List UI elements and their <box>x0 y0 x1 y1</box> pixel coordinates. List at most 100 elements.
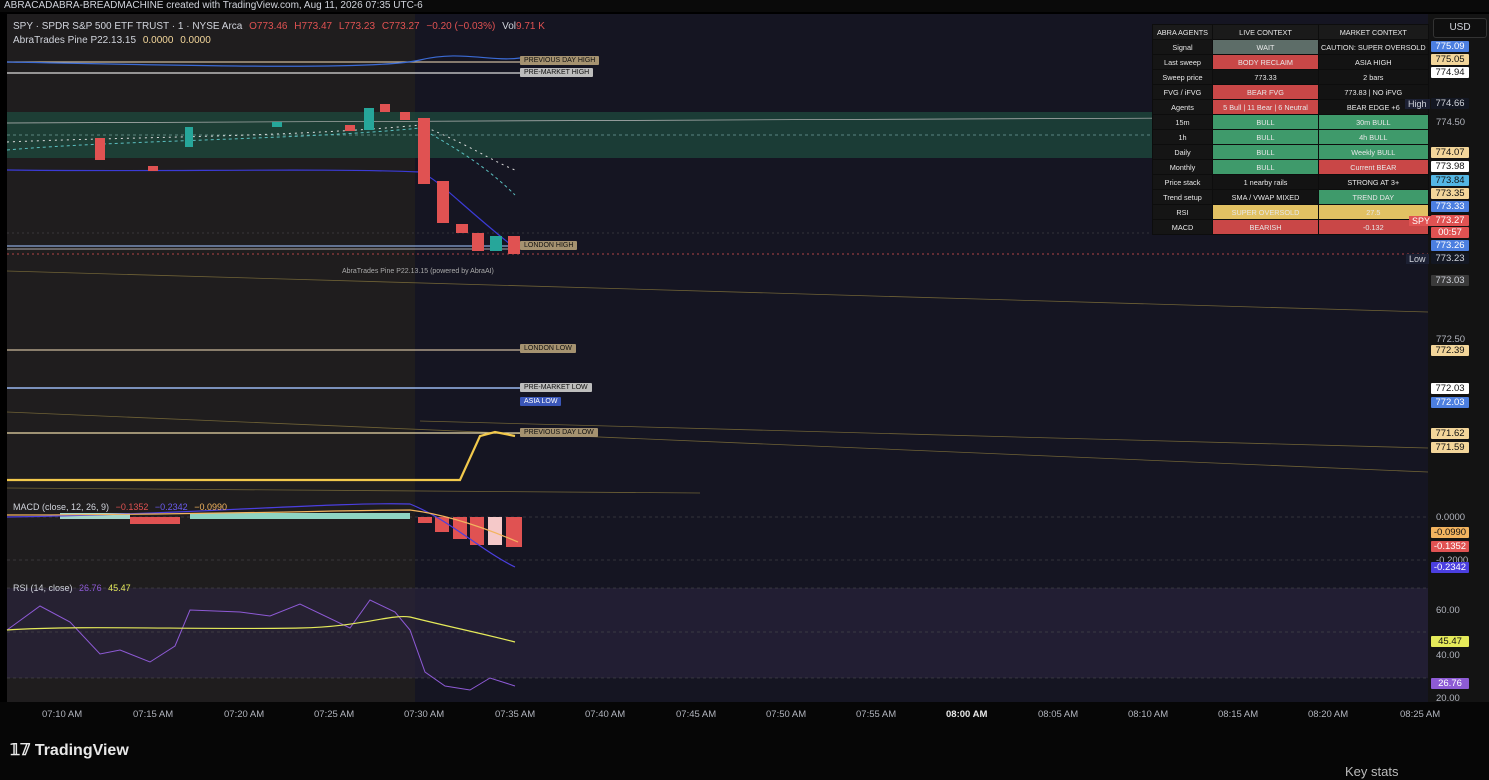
price-label: 773.26 <box>1431 240 1469 251</box>
price-label: 773.84 <box>1431 175 1469 186</box>
table-cell: 2 bars <box>1319 70 1428 84</box>
symbol-title: SPY · SPDR S&P 500 ETF TRUST · 1 · NYSE … <box>13 21 243 32</box>
key-stats-link[interactable]: Key stats <box>1345 764 1398 779</box>
indicator-name: AbraTrades Pine P22.13.15 <box>13 35 137 46</box>
table-cell: BULL <box>1213 115 1318 129</box>
table-cell: STRONG AT 3+ <box>1319 175 1428 189</box>
time-tick: 08:15 AM <box>1218 709 1259 720</box>
ohlc-close: C773.27 <box>381 21 420 32</box>
price-label: 774.66 <box>1431 98 1469 109</box>
table-row: Last sweep BODY RECLAIM ASIA HIGH <box>1153 55 1428 69</box>
ohlc-open: O773.46 <box>249 21 288 32</box>
table-cell: MACD <box>1153 220 1212 234</box>
price-label: 773.33 <box>1431 201 1469 212</box>
label-premarket-low: PRE-MARKET LOW <box>520 383 592 392</box>
table-cell: 4h BULL <box>1319 130 1428 144</box>
rsi-value-2: 45.47 <box>108 583 131 593</box>
macd-legend[interactable]: MACD (close, 12, 26, 9) −0.1352 −0.2342 … <box>13 502 227 512</box>
price-label: 00:57 <box>1431 227 1469 238</box>
price-label: 772.03 <box>1431 397 1469 408</box>
label-london-high: LONDON HIGH <box>520 241 578 250</box>
time-tick: 08:05 AM <box>1038 709 1079 720</box>
rsi-legend[interactable]: RSI (14, close) 26.76 45.47 <box>13 583 131 593</box>
label-previous-day-low: PREVIOUS DAY LOW <box>520 428 598 437</box>
table-cell: Sweep price <box>1153 70 1212 84</box>
volume-label: Vol <box>502 21 517 32</box>
time-tick: 08:00 AM <box>946 709 988 720</box>
price-label: 775.05 <box>1431 54 1469 65</box>
label-previous-day-high: PREVIOUS DAY HIGH <box>520 56 600 65</box>
currency-button[interactable]: USD <box>1433 18 1487 38</box>
table-cell: RSI <box>1153 205 1212 219</box>
gold-line <box>7 430 516 482</box>
table-row: Trend setup SMA / VWAP MIXED TREND DAY <box>1153 190 1428 204</box>
table-cell: TREND DAY <box>1319 190 1428 204</box>
indicator-legend[interactable]: AbraTrades Pine P22.13.15 0.0000 0.0000 <box>13 35 211 46</box>
price-label: 26.76 <box>1431 678 1469 689</box>
abra-agents-table: ABRA AGENTS LIVE CONTEXT MARKET CONTEXT … <box>1152 24 1429 235</box>
table-cell: 30m BULL <box>1319 115 1428 129</box>
macd-value-2: −0.2342 <box>154 502 188 512</box>
macd-label: MACD (close, 12, 26, 9) <box>13 502 110 512</box>
price-label: 773.23 <box>1431 253 1469 264</box>
spy-tag: SPY <box>1409 216 1434 226</box>
ohlc-low: L773.23 <box>338 21 376 32</box>
table-row: RSI SUPER OVERSOLD 27.5 <box>1153 205 1428 219</box>
price-label: -0.1352 <box>1431 541 1469 552</box>
table-cell: BEARISH <box>1213 220 1318 234</box>
volume-value: 9.71 K <box>516 21 545 32</box>
table-row: Agents 5 Bull | 11 Bear | 6 Neutral BEAR E… <box>1153 100 1428 114</box>
table-cell: WAIT <box>1213 40 1318 54</box>
table-cell: BODY RECLAIM <box>1213 55 1318 69</box>
table-cell: 773.83 | NO iFVG <box>1319 85 1428 99</box>
diag-line-3 <box>6 487 701 494</box>
ohlc-high: H773.47 <box>294 21 333 32</box>
price-label: 774.07 <box>1431 147 1469 158</box>
table-row: FVG / iFVG BEAR FVG 773.83 | NO iFVG <box>1153 85 1428 99</box>
table-cell: SMA / VWAP MIXED <box>1213 190 1318 204</box>
low-tag: Low <box>1406 254 1429 264</box>
table-row: MACD BEARISH -0.132 <box>1153 220 1428 234</box>
price-tick: 774.50 <box>1436 117 1466 128</box>
table-cell: 773.33 <box>1213 70 1318 84</box>
time-tick: 07:55 AM <box>856 709 897 720</box>
time-tick: 07:25 AM <box>314 709 355 720</box>
table-row: Daily BULL Weekly BULL <box>1153 145 1428 159</box>
price-label: 773.27 <box>1431 215 1469 226</box>
time-tick: 07:35 AM <box>495 709 536 720</box>
macd-value-3: −0.0990 <box>194 502 227 512</box>
indicator-watermark: AbraTrades Pine P22.13.15 (powered by Ab… <box>342 268 494 275</box>
time-tick: 07:10 AM <box>42 709 83 720</box>
table-cell: SUPER OVERSOLD <box>1213 205 1318 219</box>
macd-value-1: −0.1352 <box>115 502 149 512</box>
table-cell: BULL <box>1213 130 1318 144</box>
table-cell: 1h <box>1153 130 1212 144</box>
price-label: 774.94 <box>1431 67 1469 78</box>
macd-tick: 0.0000 <box>1436 512 1466 523</box>
indicator-value-2: 0.0000 <box>180 35 211 46</box>
table-cell: BULL <box>1213 160 1318 174</box>
time-tick: 07:30 AM <box>404 709 445 720</box>
label-premarket-high: PRE-MARKET HIGH <box>520 68 594 77</box>
tradingview-logo: 𝟙𝟟 TradingView <box>10 740 129 760</box>
price-label: 771.62 <box>1431 428 1469 439</box>
rsi-band <box>7 588 1428 678</box>
time-tick: 07:45 AM <box>676 709 717 720</box>
time-tick: 08:25 AM <box>1400 709 1441 720</box>
time-tick: 08:20 AM <box>1308 709 1349 720</box>
price-label: -0.0990 <box>1431 527 1469 538</box>
rsi-tick: 40.00 <box>1436 650 1460 661</box>
time-tick: 08:10 AM <box>1128 709 1169 720</box>
time-tick: 07:40 AM <box>585 709 626 720</box>
table-cell: Agents <box>1153 100 1212 114</box>
price-label: 773.35 <box>1431 188 1469 199</box>
table-row: 15m BULL 30m BULL <box>1153 115 1428 129</box>
table-cell: Weekly BULL <box>1319 145 1428 159</box>
table-header: LIVE CONTEXT <box>1213 25 1318 39</box>
table-cell: ASIA HIGH <box>1319 55 1428 69</box>
rsi-value-1: 26.76 <box>79 583 102 593</box>
table-cell: Current BEAR <box>1319 160 1428 174</box>
symbol-legend[interactable]: SPY · SPDR S&P 500 ETF TRUST · 1 · NYSE … <box>13 21 545 32</box>
table-header: ABRA AGENTS <box>1153 25 1212 39</box>
rsi-tick: 60.00 <box>1436 605 1460 616</box>
